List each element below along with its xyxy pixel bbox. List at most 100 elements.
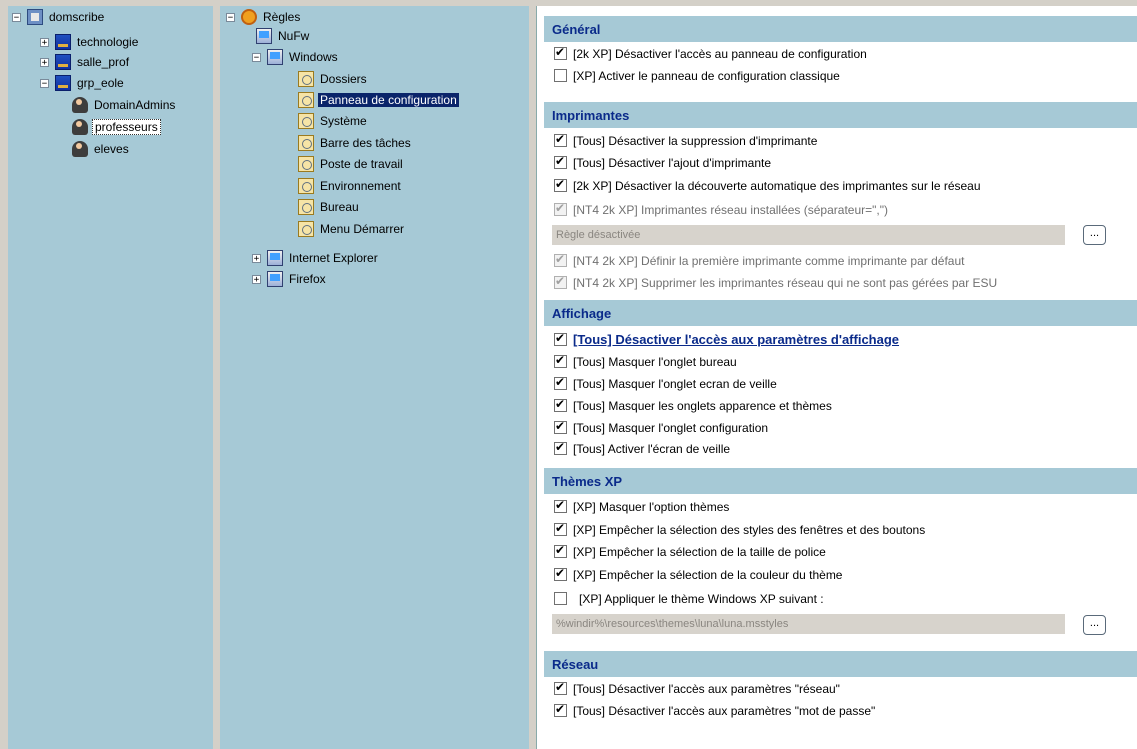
- setting-row-disabled: [NT4 2k XP] Imprimantes réseau installée…: [554, 200, 888, 219]
- printers-list-field[interactable]: Règle désactivée: [552, 225, 1065, 245]
- tree-node-professeurs[interactable]: professeurs: [66, 118, 161, 136]
- collapse-toggle[interactable]: −: [226, 12, 235, 22]
- setting-checkbox[interactable]: [554, 498, 567, 513]
- setting-checkbox[interactable]: [554, 331, 567, 346]
- tree-node-label: Environnement: [320, 179, 401, 193]
- tree-node-salle-prof[interactable]: + salle_prof: [40, 53, 131, 71]
- settings-pane[interactable]: Général [2k XP] Désactiver l'accès au pa…: [536, 6, 1137, 749]
- tree-node-internet-explorer[interactable]: + Internet Explorer: [252, 249, 380, 267]
- setting-row[interactable]: [2k XP] Désactiver la découverte automat…: [554, 176, 981, 195]
- tree-node-regles[interactable]: − Règles: [226, 8, 302, 26]
- setting-row[interactable]: [Tous] Désactiver l'accès aux paramètres…: [554, 701, 875, 720]
- collapse-toggle[interactable]: −: [12, 12, 21, 22]
- expand-toggle[interactable]: +: [252, 274, 261, 284]
- setting-label: [Tous] Désactiver la suppression d'impri…: [573, 133, 818, 148]
- setting-checkbox[interactable]: [554, 419, 567, 434]
- setting-checkbox[interactable]: [554, 702, 567, 717]
- setting-row[interactable]: [Tous] Désactiver la suppression d'impri…: [554, 131, 817, 150]
- tree-node-grp-eole[interactable]: − grp_eole: [40, 74, 126, 92]
- tree-node-label: salle_prof: [77, 55, 130, 69]
- collapse-toggle[interactable]: −: [40, 78, 49, 88]
- setting-checkbox[interactable]: [554, 154, 567, 169]
- setting-row[interactable]: [Tous] Masquer l'onglet bureau: [554, 352, 737, 371]
- tree-node-dossiers[interactable]: Dossiers: [292, 70, 369, 88]
- setting-row[interactable]: [2k XP] Désactiver l'accès au panneau de…: [554, 44, 867, 63]
- tree-node-systeme[interactable]: Système: [292, 112, 369, 130]
- setting-checkbox[interactable]: [554, 566, 567, 581]
- groups-tree-pane[interactable]: − domscribe + technologie + salle_prof −…: [8, 6, 213, 749]
- section-header-themes-xp: Thèmes XP: [544, 468, 1137, 494]
- setting-row[interactable]: [Tous] Activer l'écran de veille: [554, 439, 730, 458]
- setting-label: [XP] Empêcher la sélection des styles de…: [573, 522, 926, 537]
- setting-row[interactable]: [XP] Empêcher la sélection de la couleur…: [554, 565, 842, 584]
- setting-label: [2k XP] Désactiver l'accès au panneau de…: [573, 46, 867, 61]
- tree-node-environnement[interactable]: Environnement: [292, 177, 403, 195]
- theme-browse-button[interactable]: ...: [1083, 615, 1106, 635]
- tree-node-barre-des-taches[interactable]: Barre des tâches: [292, 134, 413, 152]
- expand-toggle[interactable]: +: [40, 57, 49, 67]
- setting-label: [Tous] Désactiver l'accès aux paramètres…: [573, 681, 840, 696]
- tree-node-label: Firefox: [289, 272, 326, 286]
- setting-checkbox[interactable]: [554, 543, 567, 558]
- setting-checkbox[interactable]: [554, 375, 567, 390]
- setting-row[interactable]: [XP] Empêcher la sélection de la taille …: [554, 542, 826, 561]
- setting-checkbox[interactable]: [554, 45, 567, 60]
- setting-label: [NT4 2k XP] Définir la première impriman…: [573, 253, 965, 268]
- setting-label: [Tous] Masquer l'onglet configuration: [573, 420, 769, 435]
- expand-toggle[interactable]: +: [40, 37, 49, 47]
- tree-node-domainadmins[interactable]: DomainAdmins: [66, 96, 177, 114]
- setting-checkbox[interactable]: [554, 69, 567, 82]
- section-header-reseau: Réseau: [544, 651, 1137, 677]
- control-panel-icon: [298, 92, 314, 108]
- tree-node-label: Barre des tâches: [320, 136, 411, 150]
- computer-icon: [267, 49, 283, 65]
- tree-node-label: Menu Démarrer: [320, 222, 405, 236]
- setting-row[interactable]: [Tous] Masquer l'onglet configuration: [554, 418, 768, 437]
- setting-label: [XP] Empêcher la sélection de la couleur…: [573, 567, 843, 582]
- tree-node-bureau[interactable]: Bureau: [292, 198, 361, 216]
- setting-checkbox[interactable]: [554, 680, 567, 695]
- tree-node-eleves[interactable]: eleves: [66, 140, 131, 158]
- setting-row[interactable]: [Tous] Désactiver l'accès aux paramètres…: [554, 679, 840, 698]
- tree-node-label-selected: Panneau de configuration: [318, 93, 459, 107]
- setting-checkbox[interactable]: [554, 440, 567, 455]
- setting-checkbox[interactable]: [554, 397, 567, 412]
- setting-label: [XP] Activer le panneau de configuration…: [573, 68, 840, 83]
- setting-row[interactable]: [Tous] Masquer les onglets apparence et …: [554, 396, 832, 415]
- network-group-icon: [55, 34, 71, 50]
- expand-toggle[interactable]: +: [252, 253, 261, 263]
- setting-row[interactable]: [XP] Activer le panneau de configuration…: [554, 66, 840, 85]
- printers-browse-button[interactable]: ...: [1083, 225, 1106, 245]
- setting-checkbox[interactable]: [554, 592, 567, 605]
- setting-row[interactable]: [XP] Empêcher la sélection des styles de…: [554, 520, 925, 539]
- setting-row[interactable]: [Tous] Désactiver l'ajout d'imprimante: [554, 153, 771, 172]
- tree-node-nufw[interactable]: NuFw: [250, 27, 311, 45]
- collapse-toggle[interactable]: −: [252, 52, 261, 62]
- theme-path-field[interactable]: %windir%\resources\themes\luna\luna.msst…: [552, 614, 1065, 634]
- setting-row[interactable]: [XP] Appliquer le thème Windows XP suiva…: [554, 589, 824, 608]
- tree-node-label: DomainAdmins: [94, 98, 176, 112]
- setting-checkbox[interactable]: [554, 177, 567, 192]
- setting-label: [XP] Masquer l'option thèmes: [573, 499, 730, 514]
- setting-row[interactable]: [XP] Masquer l'option thèmes: [554, 497, 729, 516]
- tree-node-windows[interactable]: − Windows: [252, 48, 340, 66]
- setting-row-focused[interactable]: [Tous] Désactiver l'accès aux paramètres…: [554, 330, 899, 349]
- setting-label: [XP] Appliquer le thème Windows XP suiva…: [579, 591, 824, 606]
- tree-node-domscribe[interactable]: − domscribe: [12, 8, 106, 26]
- computer-icon: [267, 250, 283, 266]
- setting-checkbox[interactable]: [554, 132, 567, 147]
- tree-node-firefox[interactable]: + Firefox: [252, 270, 328, 288]
- tree-node-menu-demarrer[interactable]: Menu Démarrer: [292, 220, 406, 238]
- tree-node-poste-de-travail[interactable]: Poste de travail: [292, 155, 405, 173]
- network-group-icon: [55, 75, 71, 91]
- control-panel-icon: [298, 178, 314, 194]
- tree-node-panneau-de-configuration[interactable]: Panneau de configuration: [292, 91, 459, 109]
- setting-row[interactable]: [Tous] Masquer l'onglet ecran de veille: [554, 374, 777, 393]
- rules-tree-pane[interactable]: − Règles NuFw − Windows Dossiers Panneau…: [220, 6, 529, 749]
- setting-checkbox: [554, 201, 567, 216]
- setting-checkbox[interactable]: [554, 521, 567, 536]
- setting-label: [Tous] Activer l'écran de veille: [573, 441, 731, 456]
- control-panel-icon: [298, 156, 314, 172]
- setting-checkbox[interactable]: [554, 353, 567, 368]
- tree-node-technologie[interactable]: + technologie: [40, 33, 140, 51]
